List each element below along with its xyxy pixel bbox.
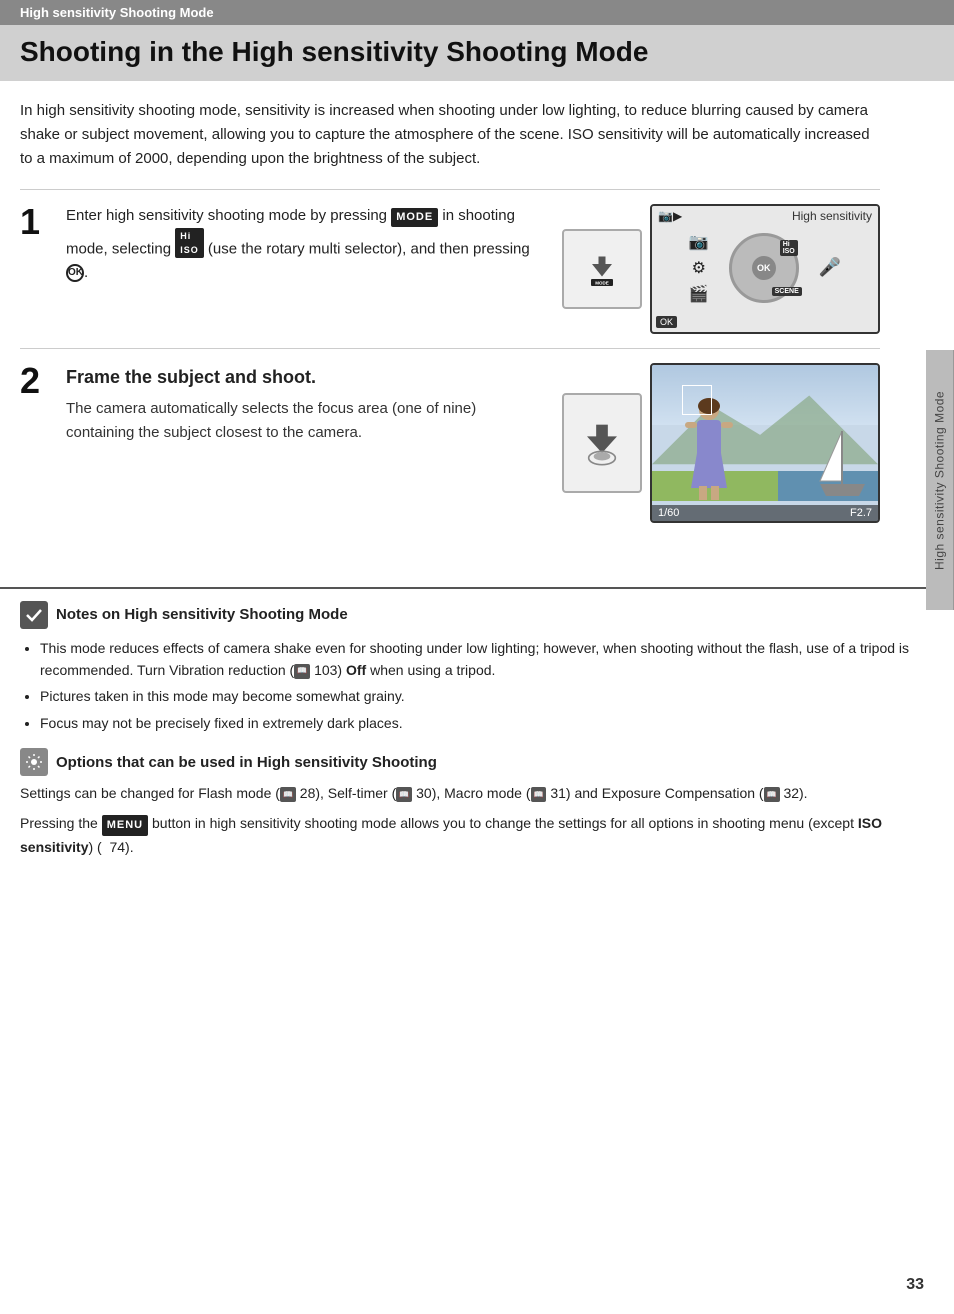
- mode-diagram-svg: MODE: [582, 249, 622, 289]
- options-section: Options that can be used in High sensiti…: [0, 748, 954, 859]
- step-2-content: Frame the subject and shoot. The camera …: [66, 363, 546, 446]
- svg-text:MODE: MODE: [595, 280, 609, 285]
- camera-icon: 📷: [689, 232, 709, 252]
- step-1-mode-diagram: MODE: [562, 229, 642, 309]
- options-text: Settings can be changed for Flash mode (…: [20, 782, 934, 859]
- step-2-viewfinder: 1/60 F2.7: [650, 363, 880, 523]
- note-item-3: Focus may not be precisely fixed in extr…: [40, 712, 934, 734]
- options-header: Options that can be used in High sensiti…: [20, 748, 934, 776]
- options-header-text: Options that can be used in High sensiti…: [56, 754, 437, 771]
- hi-iso-badge: HiISO: [780, 240, 798, 256]
- center-ok-button: OK: [752, 256, 776, 280]
- left-icons: 📷 ⚙ 🎬: [689, 232, 709, 304]
- ref-30: 📖: [396, 787, 412, 803]
- ok-symbol: OK: [66, 264, 84, 282]
- options-icon-box: [20, 748, 48, 776]
- step-1: 1 Enter high sensitivity shooting mode b…: [20, 189, 880, 334]
- step-1-content: Enter high sensitivity shooting mode by …: [66, 204, 546, 285]
- mic-icon: 🎤: [819, 257, 841, 278]
- step-2: 2 Frame the subject and shoot. The camer…: [20, 348, 880, 523]
- options-gear-icon: [25, 753, 43, 771]
- ref-31: 📖: [531, 787, 547, 803]
- intro-paragraph: In high sensitivity shooting mode, sensi…: [20, 99, 880, 171]
- ref-32: 📖: [764, 787, 780, 803]
- menu-button-label: MENU: [102, 815, 148, 836]
- notes-header: Notes on High sensitivity Shooting Mode: [20, 601, 934, 629]
- main-content: In high sensitivity shooting mode, sensi…: [0, 81, 900, 557]
- options-text-2: Pressing the MENU button in high sensiti…: [20, 812, 934, 860]
- note-item-1: This mode reduces effects of camera shak…: [40, 637, 934, 682]
- focus-box: [682, 385, 712, 415]
- side-tab: High sensitivity Shooting Mode: [926, 350, 954, 610]
- selector-ring: OK HiISO SCENE: [729, 233, 799, 303]
- notes-header-text: Notes on High sensitivity Shooting Mode: [56, 606, 348, 623]
- page-title: Shooting in the High sensitivity Shootin…: [20, 35, 934, 69]
- checkmark-icon: [25, 606, 43, 624]
- step-1-camera-screen: 📷▶ High sensitivity 📷 ⚙ 🎬 OK HiISO SCENE: [650, 204, 880, 334]
- mode-button-label: MODE: [391, 208, 438, 228]
- page-title-section: Shooting in the High sensitivity Shootin…: [0, 25, 954, 81]
- shutter-speed: 1/60: [658, 507, 679, 519]
- step-2-images: 1/60 F2.7: [562, 363, 880, 523]
- header-bar: High sensitivity Shooting Mode: [0, 0, 954, 25]
- ok-indicator: OK: [656, 316, 677, 328]
- step-2-number: 2: [20, 363, 50, 399]
- notes-icon-box: [20, 601, 48, 629]
- step-1-images: MODE 📷▶ High sensitivity 📷 ⚙ 🎬: [562, 204, 880, 334]
- ref-icon-103: 📖: [294, 664, 310, 679]
- hi-iso-label: HiISO: [175, 228, 204, 259]
- ref-28: 📖: [280, 787, 296, 803]
- step-2-shutter-diagram: [562, 393, 642, 493]
- step-2-main: Frame the subject and shoot.: [66, 363, 546, 392]
- note-item-2: Pictures taken in this mode may become s…: [40, 685, 934, 707]
- scene-badge: SCENE: [772, 287, 802, 296]
- options-text-1: Settings can be changed for Flash mode (…: [20, 782, 934, 806]
- notes-section: Notes on High sensitivity Shooting Mode …: [0, 587, 954, 735]
- viewfinder-info: 1/60 F2.7: [652, 505, 878, 521]
- video-icon: 🎬: [689, 284, 709, 304]
- shutter-svg: [577, 418, 627, 468]
- step-2-desc: The camera automatically selects the foc…: [66, 397, 546, 445]
- step-1-number: 1: [20, 204, 50, 240]
- boat-svg: [815, 426, 870, 501]
- aperture: F2.7: [850, 507, 872, 519]
- step-1-text: Enter high sensitivity shooting mode by …: [66, 204, 546, 285]
- page-number: 33: [906, 1276, 924, 1294]
- notes-list: This mode reduces effects of camera shak…: [20, 637, 934, 735]
- camera-mode-icon: 📷▶: [658, 209, 682, 223]
- header-label: High sensitivity Shooting Mode: [20, 5, 214, 20]
- high-sensitivity-label: High sensitivity: [792, 209, 872, 223]
- settings-icon: ⚙: [692, 258, 706, 278]
